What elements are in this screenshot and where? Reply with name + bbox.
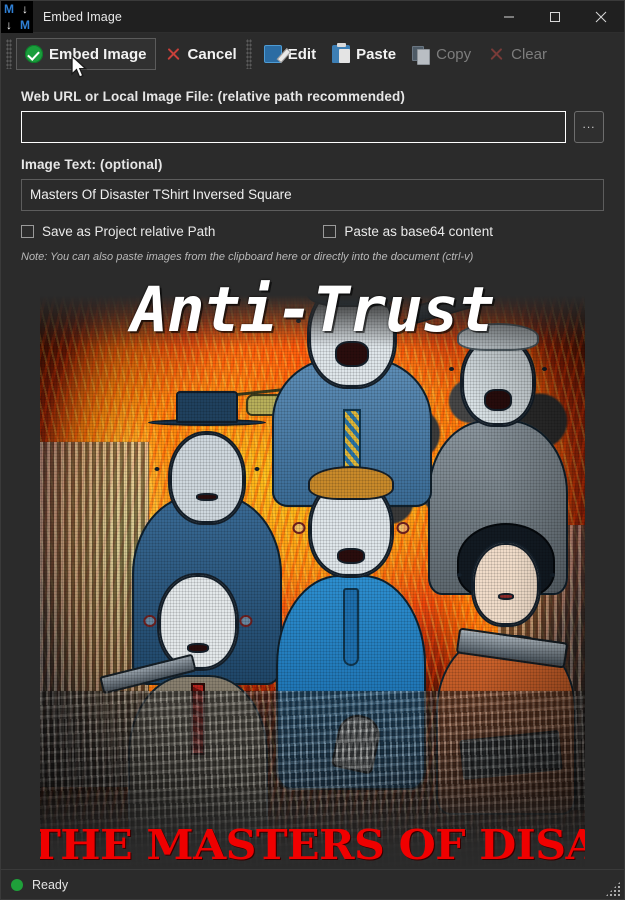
cancel-label: Cancel <box>187 45 237 63</box>
clear-label: Clear <box>511 45 547 63</box>
blue-necktie <box>343 587 359 666</box>
form-body: Web URL or Local Image File: (relative p… <box>1 75 624 869</box>
figure-eyes <box>154 466 260 471</box>
image-text-label: Image Text: (optional) <box>21 156 163 172</box>
fedora-hat <box>176 390 238 423</box>
window-title: Embed Image <box>43 9 122 24</box>
embed-image-button[interactable]: Embed Image <box>16 38 156 70</box>
image-text-input[interactable] <box>21 178 604 211</box>
figure-hair <box>308 465 394 500</box>
browse-button[interactable]: ... <box>574 111 604 143</box>
figure-eyes <box>457 572 555 577</box>
logo-char-2: ↓ <box>22 1 28 16</box>
figure-mouth <box>187 642 209 653</box>
poster-bottom-text: THE MASTERS OF DISASTER <box>40 820 585 869</box>
toolbar-grip-mid[interactable] <box>245 39 252 69</box>
red-x-icon <box>164 45 182 63</box>
round-glasses-icon <box>143 614 253 627</box>
figure-mouth <box>196 492 218 501</box>
green-check-icon <box>25 45 43 63</box>
title-bar: M ↓ ↓ M Embed Image <box>1 0 624 33</box>
url-field-row: ... <box>21 111 604 143</box>
cancel-button[interactable]: Cancel <box>156 38 245 70</box>
paste-base64-checkbox[interactable]: Paste as base64 content <box>323 224 493 239</box>
pencil-edit-icon <box>263 45 282 63</box>
figure-head <box>473 542 539 625</box>
red-x-icon-disabled <box>487 45 505 63</box>
status-indicator-icon <box>11 878 23 891</box>
edit-label: Edit <box>287 45 317 63</box>
url-input[interactable] <box>21 111 566 143</box>
resize-grip-icon[interactable] <box>605 881 621 897</box>
image-preview-area[interactable]: Anti-Trust THE MASTERS OF DISASTER <box>21 274 604 869</box>
save-relative-path-checkbox[interactable]: Save as Project relative Path <box>21 224 215 239</box>
paste-button[interactable]: Paste <box>324 38 404 70</box>
toolbar-grip-left[interactable] <box>6 39 12 69</box>
figure-mouth <box>498 592 514 600</box>
figure-mouth-open <box>337 547 365 564</box>
clear-button: Clear <box>479 38 555 70</box>
checkbox-box-base64[interactable] <box>323 224 337 238</box>
app-logo-icon: M ↓ ↓ M <box>1 0 33 33</box>
maximize-icon[interactable] <box>532 1 578 33</box>
paste-base64-label: Paste as base64 content <box>344 223 493 239</box>
round-glasses-icon <box>292 521 410 534</box>
edit-button[interactable]: Edit <box>256 38 324 70</box>
poster-image[interactable]: Anti-Trust THE MASTERS OF DISASTER <box>40 274 585 869</box>
clipboard-paste-icon <box>332 43 351 63</box>
copy-pages-icon <box>412 45 431 65</box>
checkbox-row: Save as Project relative Path Paste as b… <box>21 224 604 239</box>
paste-label: Paste <box>356 45 397 63</box>
copy-button: Copy <box>404 38 479 70</box>
minimize-icon[interactable] <box>486 1 532 33</box>
figure-mouth-open <box>484 388 512 411</box>
figure-eyes <box>449 366 547 371</box>
close-icon[interactable] <box>578 1 624 33</box>
toolbar: Embed Image Cancel Edit Paste Copy Clear <box>1 33 624 78</box>
embed-image-label: Embed Image <box>49 45 147 63</box>
checkbox-box-relative[interactable] <box>21 224 34 238</box>
poster-title-text: Anti-Trust <box>130 274 495 346</box>
logo-char-3: ↓ <box>6 17 12 32</box>
note-text: Note: You can also paste images from the… <box>21 250 474 263</box>
figure-head <box>170 432 244 523</box>
logo-char-4: M <box>20 17 30 32</box>
copy-label: Copy <box>436 45 472 63</box>
window-controls <box>486 1 624 33</box>
status-bar: Ready <box>1 869 624 899</box>
logo-char-1: M <box>4 1 14 16</box>
url-field-label: Web URL or Local Image File: (relative p… <box>21 89 405 104</box>
embed-image-window: M ↓ ↓ M Embed Image Embed Image Cancel E… <box>0 0 625 900</box>
status-text: Ready <box>32 877 69 892</box>
save-relative-path-label: Save as Project relative Path <box>42 223 216 239</box>
